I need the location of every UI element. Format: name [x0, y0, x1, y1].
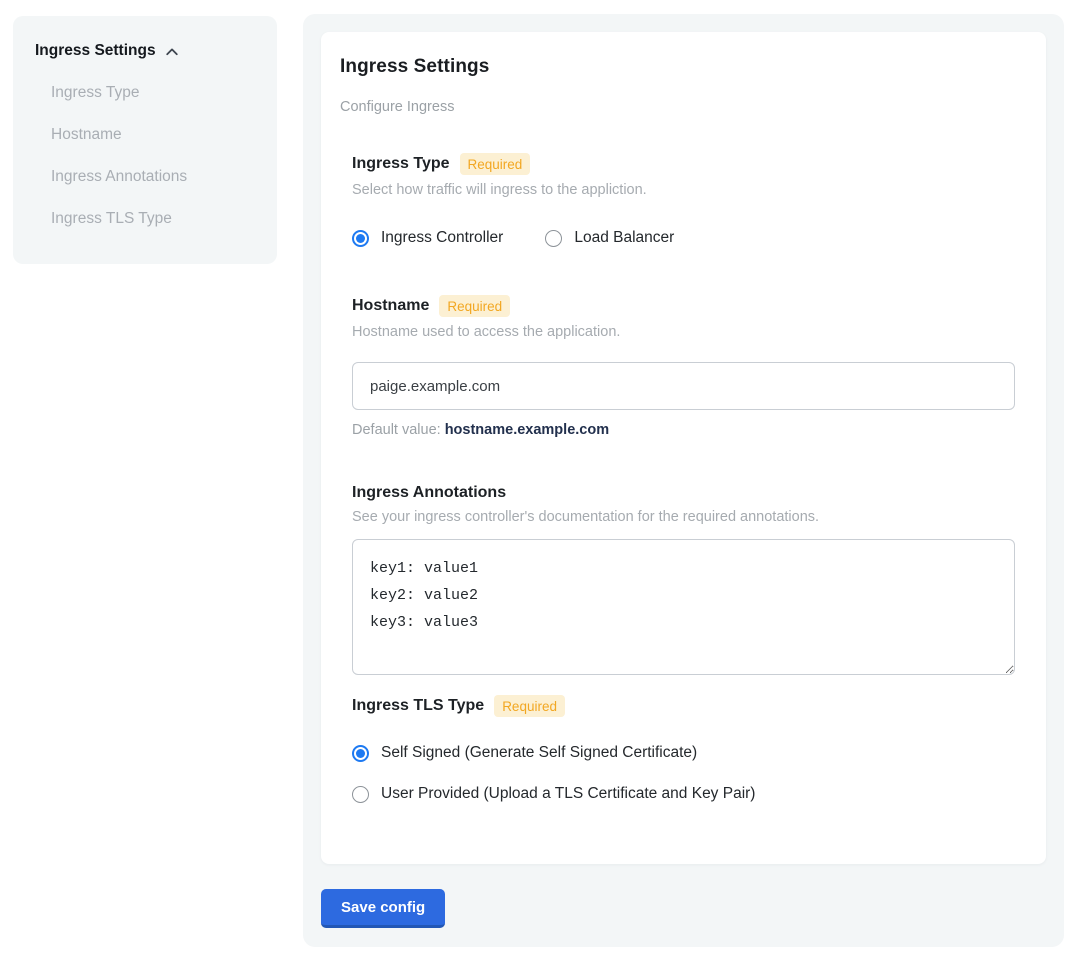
required-badge: Required	[439, 295, 510, 317]
ingress-annotations-textarea[interactable]: key1: value1 key2: value2 key3: value3	[352, 539, 1015, 675]
ingress-type-label: Ingress Type	[352, 155, 450, 173]
ingress-settings-panel: Ingress Settings Configure Ingress Ingre…	[303, 14, 1064, 947]
section-hostname: Hostname Required Hostname used to acces…	[352, 295, 1015, 438]
sidebar-item-ingress-annotations[interactable]: Ingress Annotations	[51, 168, 255, 186]
radio-option-self-signed[interactable]: Self Signed (Generate Self Signed Certif…	[352, 744, 1015, 762]
radio-option-ingress-controller[interactable]: Ingress Controller	[352, 229, 503, 247]
radio-icon[interactable]	[545, 230, 562, 247]
section-ingress-annotations: Ingress Annotations See your ingress con…	[352, 484, 1015, 675]
radio-option-load-balancer[interactable]: Load Balancer	[545, 229, 674, 247]
radio-option-label: Self Signed (Generate Self Signed Certif…	[381, 744, 697, 762]
hostname-description: Hostname used to access the application.	[352, 324, 1015, 340]
required-badge: Required	[494, 695, 565, 717]
settings-sidebar: Ingress Settings Ingress Type Hostname I…	[13, 16, 277, 264]
ingress-settings-card: Ingress Settings Configure Ingress Ingre…	[321, 32, 1046, 864]
radio-option-label: Load Balancer	[574, 229, 674, 247]
default-value-prefix: Default value:	[352, 422, 445, 438]
sidebar-item-ingress-type[interactable]: Ingress Type	[51, 84, 255, 102]
section-ingress-type: Ingress Type Required Select how traffic…	[352, 153, 1015, 247]
radio-option-label: Ingress Controller	[381, 229, 503, 247]
page-subtitle: Configure Ingress	[340, 99, 1027, 115]
form-sections: Ingress Type Required Select how traffic…	[352, 153, 1015, 803]
ingress-annotations-description: See your ingress controller's documentat…	[352, 509, 1015, 525]
default-value-text: hostname.example.com	[445, 422, 609, 438]
sidebar-item-hostname[interactable]: Hostname	[51, 126, 255, 144]
radio-icon[interactable]	[352, 786, 369, 803]
ingress-type-description: Select how traffic will ingress to the a…	[352, 182, 1015, 198]
save-config-button[interactable]: Save config	[321, 889, 445, 928]
hostname-label: Hostname	[352, 297, 429, 315]
radio-option-label: User Provided (Upload a TLS Certificate …	[381, 785, 755, 803]
radio-icon[interactable]	[352, 745, 369, 762]
radio-icon[interactable]	[352, 230, 369, 247]
sidebar-item-ingress-tls-type[interactable]: Ingress TLS Type	[51, 210, 255, 228]
required-badge: Required	[460, 153, 531, 175]
hostname-default-line: Default value: hostname.example.com	[352, 422, 1015, 438]
hostname-input[interactable]	[352, 362, 1015, 410]
sidebar-group-label: Ingress Settings	[35, 42, 156, 60]
radio-option-user-provided[interactable]: User Provided (Upload a TLS Certificate …	[352, 785, 1015, 803]
sidebar-group-ingress-settings[interactable]: Ingress Settings	[35, 42, 255, 60]
section-ingress-tls-type: Ingress TLS Type Required Self Signed (G…	[352, 695, 1015, 803]
chevron-up-icon[interactable]	[164, 44, 180, 60]
ingress-tls-type-label: Ingress TLS Type	[352, 697, 484, 715]
page-title: Ingress Settings	[340, 56, 1027, 78]
ingress-annotations-label: Ingress Annotations	[352, 484, 506, 502]
